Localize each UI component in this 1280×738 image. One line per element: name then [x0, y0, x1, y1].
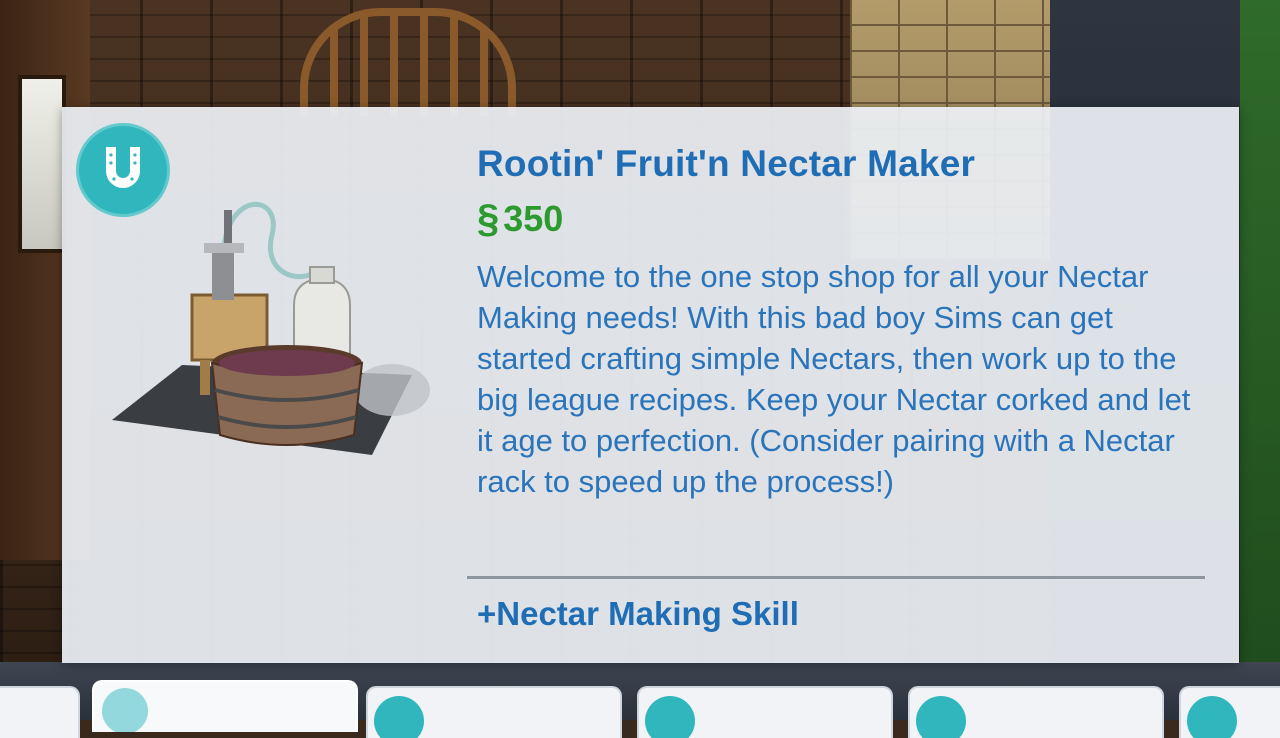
catalog-tile-selected[interactable]: [92, 680, 358, 732]
horseshoe-icon: [1187, 696, 1237, 738]
divider: [467, 576, 1205, 579]
catalog-tile-row: [0, 676, 1280, 738]
horseshoe-icon: [374, 696, 424, 738]
catalog-tile[interactable]: [0, 686, 80, 738]
item-description: Welcome to the one stop shop for all you…: [477, 259, 1191, 499]
item-price: § 350: [477, 197, 563, 241]
catalog-tile[interactable]: [366, 686, 622, 738]
catalog-tile[interactable]: [908, 686, 1164, 738]
horseshoe-icon: [645, 696, 695, 738]
skill-bonus: +Nectar Making Skill: [477, 595, 799, 632]
nectar-maker-image: [112, 185, 442, 465]
grass-strip: [1240, 0, 1280, 720]
horseshoe-icon: [102, 688, 148, 732]
price-value: 350: [503, 198, 564, 239]
catalog-tile[interactable]: [1179, 686, 1280, 738]
catalog-tile[interactable]: [637, 686, 893, 738]
simoleon-icon: §: [477, 197, 500, 241]
mirror: [18, 75, 66, 253]
item-title: Rootin' Fruit'n Nectar Maker: [477, 143, 976, 184]
windsor-chair: [300, 8, 516, 116]
horseshoe-icon: [916, 696, 966, 738]
